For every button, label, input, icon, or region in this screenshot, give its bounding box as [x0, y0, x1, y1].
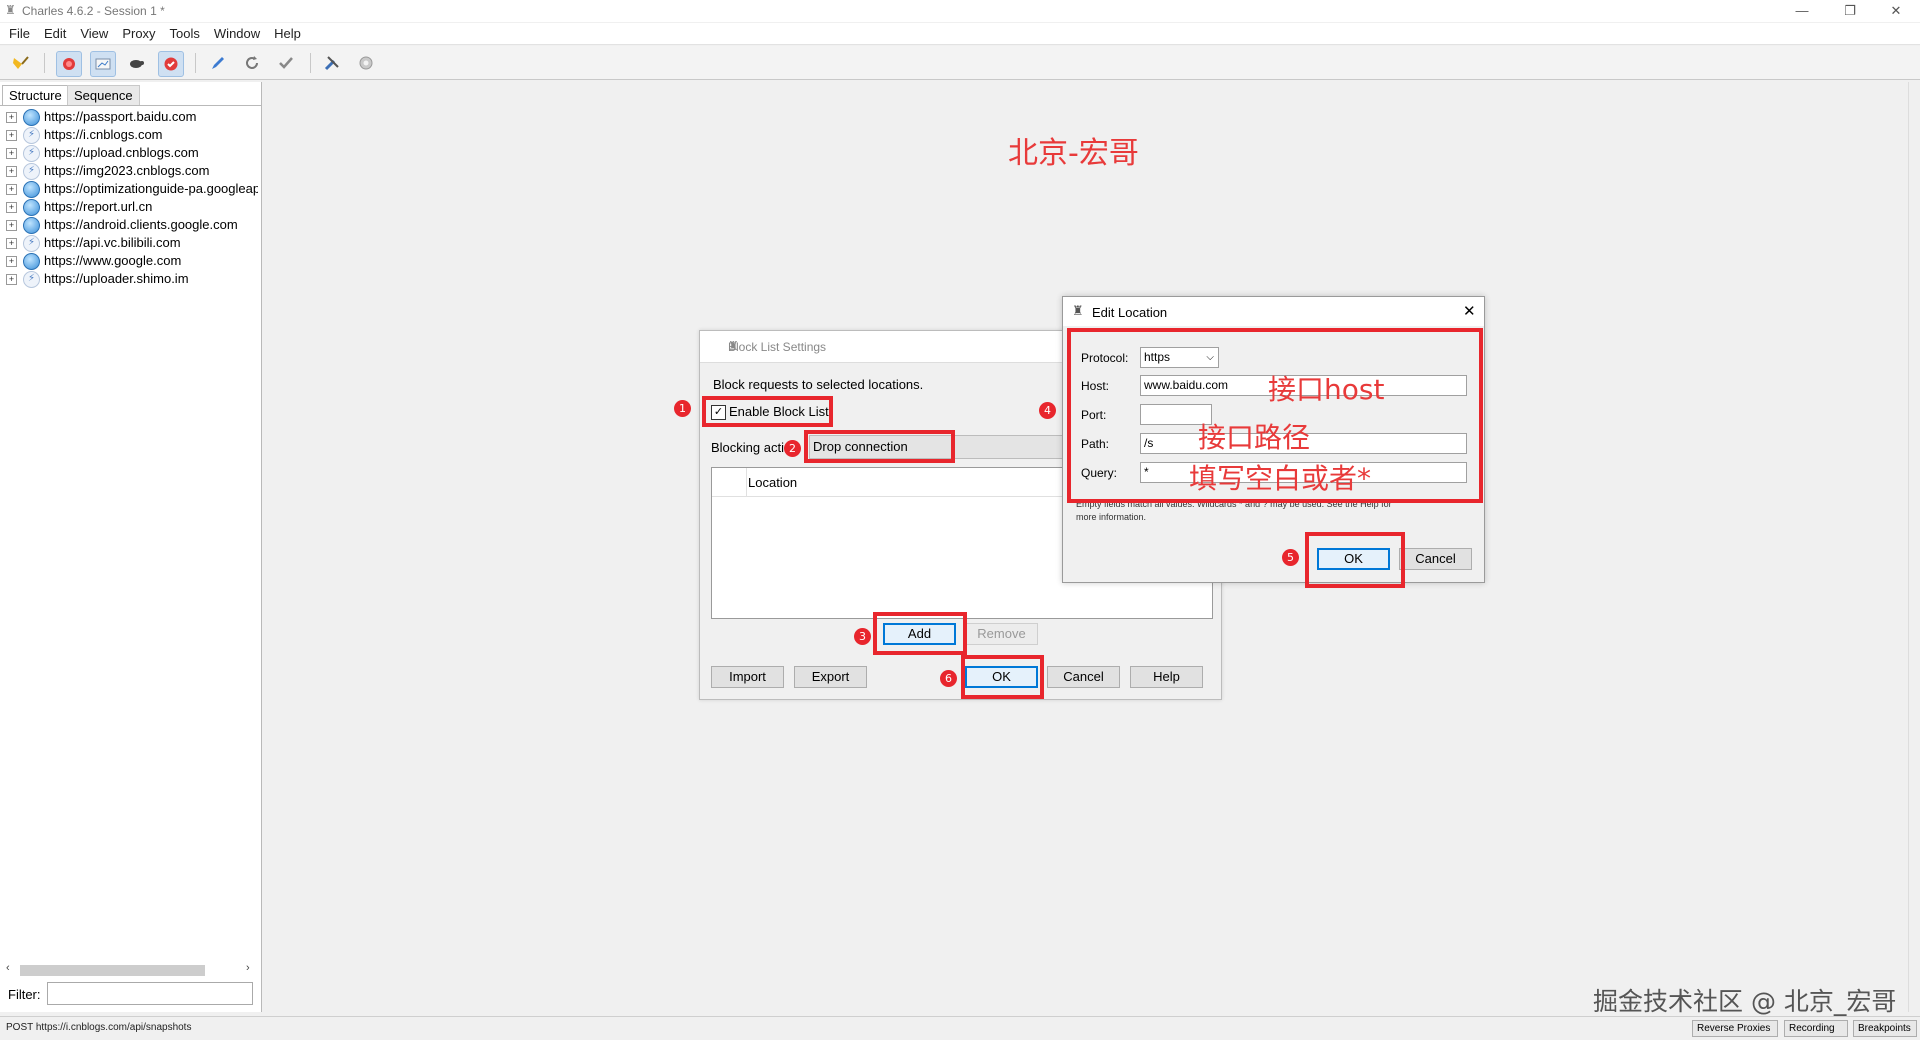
globe-icon	[23, 199, 40, 216]
menu-view[interactable]: View	[73, 23, 115, 45]
filter-input[interactable]	[47, 982, 253, 1005]
annotation-box-1	[702, 396, 833, 427]
menu-window[interactable]: Window	[207, 23, 267, 45]
globe-icon	[23, 217, 40, 234]
annotation-box-2	[804, 430, 955, 463]
charles-app-icon: ♜	[5, 3, 16, 17]
annotation-box-6	[961, 655, 1044, 699]
globe-icon	[23, 109, 40, 126]
step-badge-3: 3	[854, 628, 871, 645]
remove-button[interactable]: Remove	[965, 623, 1038, 645]
step-badge-2: 2	[784, 440, 801, 457]
tree-item[interactable]: + ⚡ https://api.vc.bilibili.com	[6, 234, 258, 252]
tree-item[interactable]: + ⚡ https://upload.cnblogs.com	[6, 144, 258, 162]
dialog-title-bar: ♜ Edit Location ✕	[1063, 297, 1484, 326]
annotation-query-note: 填写空白或者*	[1189, 462, 1372, 495]
filter-label: Filter:	[8, 987, 41, 1002]
step-badge-5: 5	[1282, 549, 1299, 566]
validate-check-icon[interactable]	[274, 51, 298, 75]
step-badge-1: 1	[674, 400, 691, 417]
tools-icon[interactable]	[320, 51, 344, 75]
import-button[interactable]: Import	[711, 666, 784, 688]
globe-icon	[23, 181, 40, 198]
cancel-button[interactable]: Cancel	[1047, 666, 1120, 688]
title-bar: ♜ Charles 4.6.2 - Session 1 * — ❐ ✕	[0, 0, 1920, 22]
reverse-proxies-button[interactable]: Reverse Proxies	[1692, 1020, 1778, 1037]
toolbar	[0, 46, 1920, 80]
tree-item[interactable]: + https://android.clients.google.com	[6, 216, 258, 234]
globe-icon	[23, 253, 40, 270]
dialog-title: Edit Location	[1092, 305, 1168, 320]
recording-button[interactable]: Recording	[1784, 1020, 1848, 1037]
tree-item[interactable]: + https://passport.baidu.com	[6, 108, 258, 126]
help-text-2: more information.	[1076, 512, 1147, 522]
help-button[interactable]: Help	[1130, 666, 1203, 688]
settings-gear-icon[interactable]	[354, 51, 378, 75]
menu-help[interactable]: Help	[267, 23, 308, 45]
export-button[interactable]: Export	[794, 666, 867, 688]
step-badge-6: 6	[940, 670, 957, 687]
tree-item[interactable]: + https://www.google.com	[6, 252, 258, 270]
record-icon[interactable]	[56, 51, 82, 77]
annotation-box-5	[1305, 532, 1405, 588]
watermark-juejin: 掘金技术社区 @ 北京_宏哥	[1593, 987, 1897, 1016]
scroll-left-arrow-icon[interactable]: ‹	[6, 962, 10, 974]
tree-item[interactable]: + ⚡ https://uploader.shimo.im	[6, 270, 258, 288]
step-badge-4: 4	[1039, 402, 1056, 419]
dialog-title: Block List Settings	[728, 340, 827, 354]
breakpoint-icon[interactable]	[158, 51, 184, 77]
status-text: POST https://i.cnblogs.com/api/snapshots	[6, 1022, 192, 1033]
lightning-icon: ⚡	[23, 271, 40, 288]
tab-structure[interactable]: Structure	[2, 85, 69, 105]
vertical-scrollbar[interactable]	[1908, 82, 1920, 1012]
structure-panel: Structure Sequence + https://passport.bai…	[0, 82, 262, 1012]
turtle-icon[interactable]	[124, 51, 148, 75]
minimize-button[interactable]: —	[1782, 1, 1822, 21]
tree-item[interactable]: + https://report.url.cn	[6, 198, 258, 216]
menu-tools[interactable]: Tools	[163, 23, 207, 45]
horizontal-scrollbar[interactable]: ‹ ›	[4, 962, 256, 978]
close-window-button[interactable]: ✕	[1876, 1, 1916, 21]
scroll-thumb[interactable]	[20, 965, 205, 976]
annotation-host-note: 接口host	[1268, 373, 1385, 406]
annotation-path-note: 接口路径	[1198, 421, 1311, 454]
tree-item[interactable]: +https://optimizationguide-pa.googleapis…	[6, 180, 258, 198]
scroll-right-arrow-icon[interactable]: ›	[246, 962, 250, 974]
lightning-icon: ⚡	[23, 145, 40, 162]
column-location[interactable]: Location	[748, 475, 797, 490]
menu-bar: File Edit View Proxy Tools Window Help	[0, 23, 1920, 45]
lightning-icon: ⚡	[23, 127, 40, 144]
close-icon[interactable]: ✕	[1463, 302, 1476, 320]
restore-button[interactable]: ❐	[1830, 1, 1870, 21]
broom-icon[interactable]	[9, 51, 33, 75]
breakpoints-button[interactable]: Breakpoints	[1853, 1020, 1917, 1037]
throttle-icon[interactable]	[90, 51, 116, 77]
tab-sequence[interactable]: Sequence	[67, 85, 140, 106]
tree-item[interactable]: + ⚡ https://i.cnblogs.com	[6, 126, 258, 144]
menu-proxy[interactable]: Proxy	[115, 23, 162, 45]
cancel-button[interactable]: Cancel	[1399, 548, 1472, 570]
menu-file[interactable]: File	[2, 23, 37, 45]
annotation-box-3	[873, 612, 967, 655]
compose-pen-icon[interactable]	[206, 51, 230, 75]
lightning-icon: ⚡	[23, 163, 40, 180]
window-title: Charles 4.6.2 - Session 1 *	[22, 4, 165, 18]
status-bar: POST https://i.cnblogs.com/api/snapshots…	[0, 1016, 1920, 1040]
block-description: Block requests to selected locations.	[713, 377, 924, 392]
charles-app-icon: ♜	[1072, 303, 1084, 318]
watermark-author: 北京-宏哥	[1008, 136, 1139, 171]
repeat-icon[interactable]	[240, 51, 264, 75]
lightning-icon: ⚡	[23, 235, 40, 252]
blocking-action-label: Blocking acti	[711, 440, 784, 455]
menu-edit[interactable]: Edit	[37, 23, 73, 45]
tree-item[interactable]: + ⚡ https://img2023.cnblogs.com	[6, 162, 258, 180]
